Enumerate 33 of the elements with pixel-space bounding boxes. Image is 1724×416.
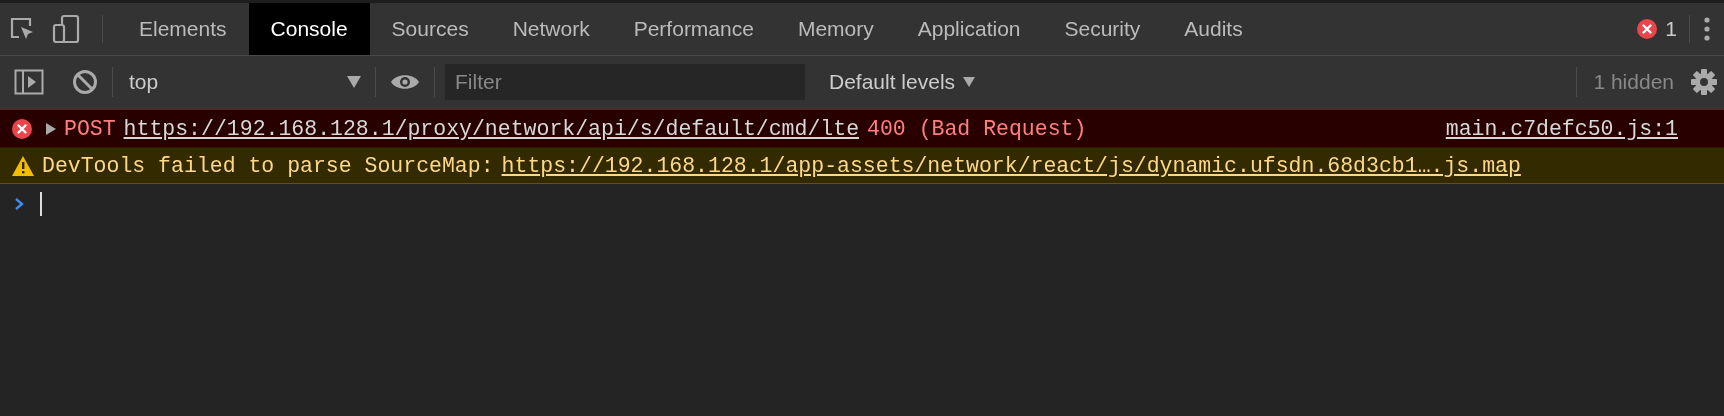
sidebar-icon[interactable] bbox=[14, 69, 44, 95]
expand-icon[interactable] bbox=[46, 122, 56, 135]
status-text: 400 (Bad Request) bbox=[867, 116, 1087, 141]
text-cursor bbox=[40, 192, 42, 216]
request-url[interactable]: https://192.168.128.1/proxy/network/api/s/default/cmd/lte bbox=[123, 116, 860, 141]
caret-icon bbox=[347, 76, 361, 88]
device-icon[interactable] bbox=[52, 14, 80, 44]
error-icon bbox=[12, 118, 32, 139]
caret-icon bbox=[963, 77, 976, 87]
tab[interactable]: Sources bbox=[369, 3, 491, 55]
tab[interactable]: Elements bbox=[117, 3, 249, 55]
sourcemap-link[interactable]: https://192.168.128.1/app-assets/network/react/js/dynamic.ufsdn.68d3cb1….js.map bbox=[501, 153, 1521, 178]
prompt-icon bbox=[14, 197, 24, 211]
tab[interactable]: Performance bbox=[611, 3, 776, 55]
request-method: POST bbox=[64, 116, 116, 141]
tab[interactable]: Memory bbox=[775, 3, 896, 55]
filter-field[interactable]: Filter bbox=[445, 64, 805, 100]
source-link[interactable]: main.c7defc50.js:1 bbox=[1445, 116, 1678, 141]
tab[interactable]: Application bbox=[895, 3, 1043, 55]
warning-text: DevTools failed to parse SourceMap: bbox=[42, 153, 494, 178]
tab[interactable]: Security bbox=[1042, 3, 1163, 55]
hidden-count: 1 hidden bbox=[1592, 70, 1675, 94]
more-icon[interactable] bbox=[1704, 17, 1710, 41]
tab[interactable]: Audits bbox=[1162, 3, 1265, 55]
error-icon bbox=[1637, 19, 1658, 39]
context-selector[interactable]: top bbox=[113, 56, 375, 108]
levels-dropdown[interactable]: Default levels bbox=[819, 70, 986, 94]
tab[interactable]: Console bbox=[248, 3, 370, 55]
warning-icon bbox=[12, 155, 34, 176]
error-counter[interactable]: 1 bbox=[1637, 3, 1689, 55]
eye-icon[interactable] bbox=[390, 72, 420, 92]
clear-icon[interactable] bbox=[72, 69, 98, 95]
tab[interactable]: Network bbox=[490, 3, 612, 55]
